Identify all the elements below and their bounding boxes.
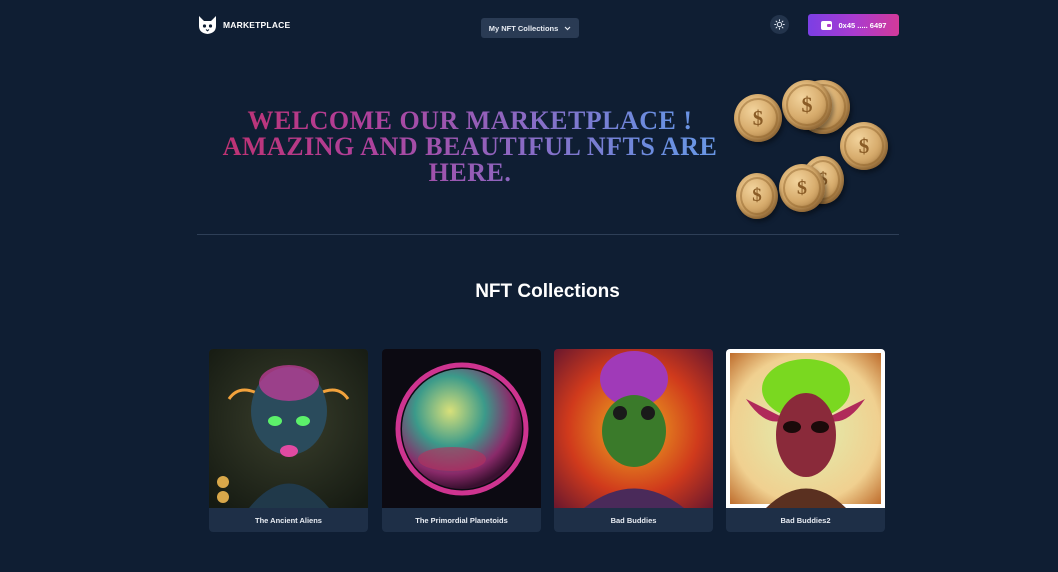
- coin-icon: $: [779, 164, 825, 212]
- collection-card[interactable]: Bad Buddies: [554, 349, 713, 532]
- brand-logo[interactable]: MARKETPLACE: [198, 14, 290, 35]
- section-divider: [197, 234, 899, 235]
- collection-name: Bad Buddies: [610, 515, 657, 525]
- coins-illustration: $ $ $ $ $ $ $: [728, 76, 898, 226]
- collection-name: The Ancient Aliens: [255, 515, 322, 525]
- brand-name: MARKETPLACE: [223, 19, 291, 30]
- wallet-address: 0x45 ..... 6497: [838, 20, 887, 30]
- collection-image: [554, 349, 713, 508]
- coin-icon: $: [782, 80, 832, 130]
- coin-icon: $: [840, 122, 888, 170]
- hero-line: AMAZING AND BEAUTIFUL NFTS ARE: [222, 132, 718, 161]
- hero-heading: WELCOME OUR MARKETPLACE ! AMAZING AND BE…: [200, 108, 740, 186]
- collection-image: [382, 349, 541, 508]
- collection-card[interactable]: Bad Buddies2: [726, 349, 885, 532]
- chevron-down-icon: [564, 26, 571, 30]
- collection-name: The Primordial Planetoids: [415, 515, 508, 525]
- hero-line: WELCOME OUR MARKETPLACE !: [247, 106, 693, 135]
- my-nft-collections-dropdown[interactable]: My NFT Collections: [481, 18, 579, 38]
- collections-title: NFT Collections: [475, 281, 620, 302]
- collection-card[interactable]: The Ancient Aliens: [209, 349, 368, 532]
- collection-name: Bad Buddies2: [780, 515, 831, 525]
- sun-icon: [774, 19, 785, 30]
- collection-image: [726, 349, 885, 508]
- coin-icon: $: [736, 173, 778, 219]
- collection-card[interactable]: The Primordial Planetoids: [382, 349, 541, 532]
- theme-toggle-button[interactable]: [770, 15, 789, 34]
- wallet-connect-button[interactable]: 0x45 ..... 6497: [808, 14, 899, 36]
- cat-head-icon: [199, 16, 216, 34]
- coin-icon: $: [734, 94, 782, 142]
- collection-image: [209, 349, 368, 508]
- hero-line: HERE.: [428, 158, 512, 187]
- top-navbar: MARKETPLACE My NFT Collections 0x45 ....…: [0, 0, 1058, 56]
- wallet-icon: [820, 20, 832, 30]
- dropdown-label: My NFT Collections: [488, 23, 559, 33]
